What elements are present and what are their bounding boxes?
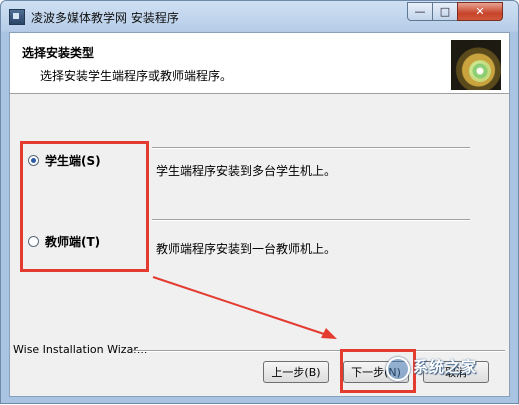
annotation-arrow <box>152 276 337 339</box>
installer-window: 凌波多媒体教学网 安装程序 — □ ✕ 选择安装类型 选择安装学生端程序或教师端… <box>0 0 519 404</box>
